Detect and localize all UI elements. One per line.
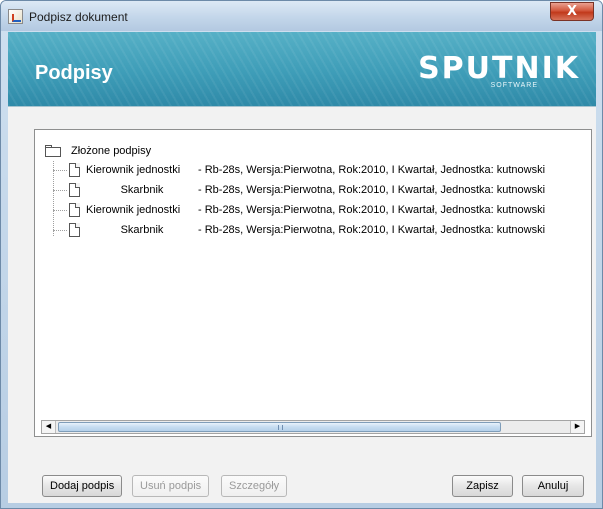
scroll-left-icon[interactable]: ◀ [42, 421, 56, 433]
tree-root-label: Złożone podpisy [71, 145, 152, 157]
signature-role: Kierownik jednostki [86, 204, 181, 216]
signature-details: - Rb-28s, Wersja:Pierwotna, Rok:2010, I … [198, 224, 546, 236]
scrollbar-thumb[interactable] [58, 422, 501, 432]
java-app-icon[interactable] [8, 9, 23, 24]
dialog-window: Podpisz dokument X Podpisy Sputnik SOFTW… [0, 0, 603, 509]
cancel-button[interactable]: Anuluj [522, 475, 584, 497]
signature-details: - Rb-28s, Wersja:Pierwotna, Rok:2010, I … [198, 164, 546, 176]
scrollbar-grip-icon [278, 425, 283, 430]
tree-item[interactable]: Kierownik jednostki - Rb-28s, Wersja:Pie… [53, 161, 545, 179]
horizontal-scrollbar[interactable]: ◀ ▶ [41, 420, 585, 434]
tree-root-node[interactable]: Złożone podpisy [45, 144, 151, 158]
signature-details: - Rb-28s, Wersja:Pierwotna, Rok:2010, I … [198, 204, 546, 216]
signatures-tree[interactable]: Złożone podpisy Kierownik jednostki - Rb… [34, 129, 592, 437]
document-icon [69, 203, 80, 217]
scroll-right-icon[interactable]: ▶ [570, 421, 584, 433]
window-title: Podpisz dokument [29, 10, 128, 24]
signature-role: Skarbnik [120, 184, 164, 196]
save-button[interactable]: Zapisz [452, 475, 513, 497]
folder-icon [45, 145, 61, 157]
document-icon [69, 223, 80, 237]
document-icon [69, 163, 80, 177]
document-icon [69, 183, 80, 197]
signature-role: Skarbnik [120, 224, 164, 236]
tree-item[interactable]: Skarbnik - Rb-28s, Wersja:Pierwotna, Rok… [53, 221, 545, 239]
title-bar[interactable]: Podpisz dokument X [1, 1, 602, 31]
signature-role: Kierownik jednostki [86, 164, 181, 176]
logo-wordmark: Sputnik [418, 51, 580, 86]
details-button[interactable]: Szczegóły [221, 475, 288, 497]
close-button[interactable]: X [550, 2, 594, 21]
sputnik-logo: Sputnik SOFTWARE [418, 52, 580, 92]
content-area: Złożone podpisy Kierownik jednostki - Rb… [8, 107, 596, 503]
add-signature-button[interactable]: Dodaj podpis [42, 475, 123, 497]
tree-item[interactable]: Kierownik jednostki - Rb-28s, Wersja:Pie… [53, 201, 545, 219]
logo-subtitle: SOFTWARE [490, 82, 538, 89]
signature-details: - Rb-28s, Wersja:Pierwotna, Rok:2010, I … [198, 184, 546, 196]
tree-item[interactable]: Skarbnik - Rb-28s, Wersja:Pierwotna, Rok… [53, 181, 545, 199]
header-banner: Podpisy Sputnik SOFTWARE [8, 32, 596, 107]
remove-signature-button[interactable]: Usuń podpis [132, 475, 210, 497]
page-title: Podpisy [35, 62, 113, 84]
